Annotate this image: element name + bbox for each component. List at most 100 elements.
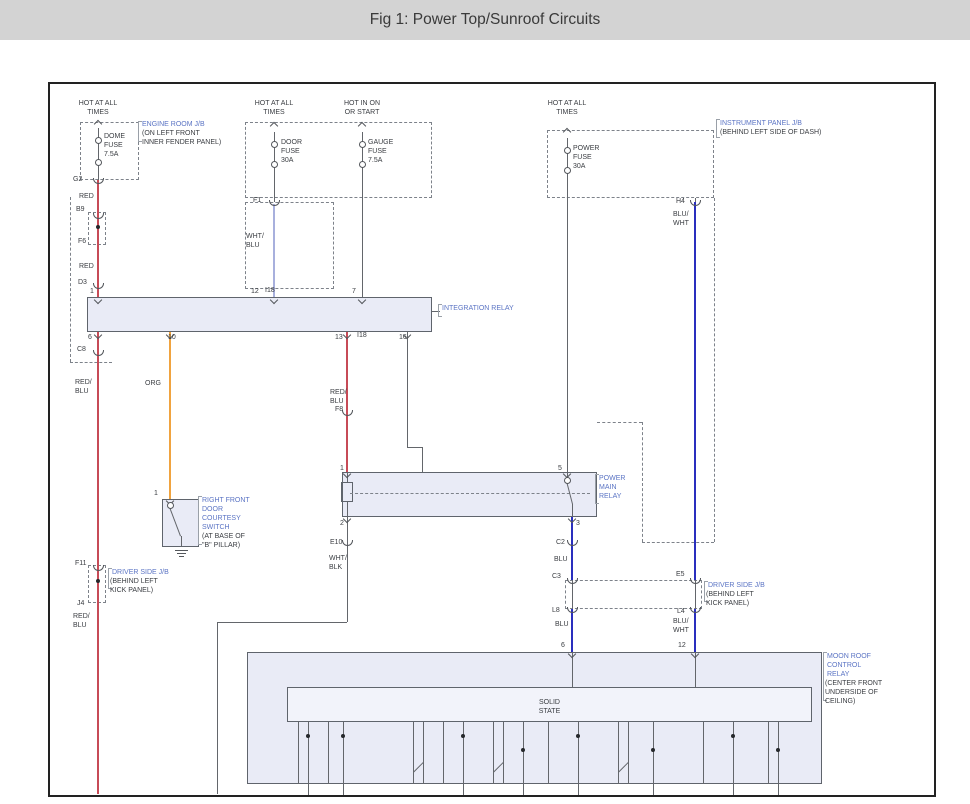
driver-side-jb2-label: DRIVER SIDE J/B xyxy=(708,582,765,591)
wire-segment xyxy=(618,722,619,784)
pmr-pin-2: 2 xyxy=(340,520,344,529)
connector-b9: B9 xyxy=(76,206,85,215)
wire-org: ORG xyxy=(145,380,161,389)
jb-dashed-outline-segment xyxy=(642,422,643,542)
connector-f8: F8 xyxy=(335,406,343,415)
moon-roof-relay-location: (CENTER FRONT UNDERSIDE OF CEILING) xyxy=(825,680,882,707)
wire-segment xyxy=(407,332,408,447)
connector-e5: E5 xyxy=(676,571,685,580)
wire-segment xyxy=(362,164,363,297)
wire-red-blu-3: RED/ BLU xyxy=(73,613,90,631)
jb-dashed-outline-segment xyxy=(642,542,714,543)
itg-pin-16: 16 xyxy=(399,334,407,343)
connector-l8: L8 xyxy=(552,607,560,616)
terminal-circle-icon xyxy=(271,141,278,148)
connector-icon xyxy=(93,178,104,184)
pin-arrow-icon xyxy=(343,331,351,339)
wire-segment xyxy=(273,204,275,297)
integration-relay-label: INTEGRATION RELAY xyxy=(442,305,514,314)
wire-segment xyxy=(768,722,769,784)
itg-pin-6: 6 xyxy=(88,334,92,343)
wire-segment xyxy=(578,722,579,784)
power-main-relay-label: POWER MAIN RELAY xyxy=(599,475,625,502)
terminal-circle-icon xyxy=(167,502,174,509)
wire-segment xyxy=(298,722,299,784)
connector-e10: E10 xyxy=(330,539,342,548)
wire-wht-blu: WHT/ BLU xyxy=(246,233,264,251)
mr-pin-6: 6 xyxy=(561,642,565,651)
ground-icon xyxy=(177,553,186,554)
pmr-coil-symbol xyxy=(341,482,353,502)
wire-red-2: RED xyxy=(79,263,94,272)
itg-pin-1: 1 xyxy=(90,288,94,297)
wire-blu-2: BLU xyxy=(555,621,569,630)
wire-segment xyxy=(733,722,734,784)
gauge-fuse-label: GAUGE FUSE 7.5A xyxy=(368,139,393,166)
terminal-circle-icon xyxy=(271,161,278,168)
connector-icon xyxy=(93,350,104,356)
wire-wht-blk: WHT/ BLK xyxy=(329,555,347,573)
door-fuse-label: DOOR FUSE 30A xyxy=(281,139,302,166)
wire-segment xyxy=(578,784,579,795)
pmr-pin-5: 5 xyxy=(558,465,562,474)
connector-icon xyxy=(690,607,701,613)
connector-icon xyxy=(690,200,701,206)
terminal-circle-icon xyxy=(564,167,571,174)
connector-icon xyxy=(567,607,578,613)
dome-fuse-label: DOME FUSE 7.5A xyxy=(104,133,125,160)
wire-segment xyxy=(567,170,568,472)
courtesy-switch-location: (AT BASE OF "B" PILLAR) xyxy=(202,533,245,551)
wire-segment xyxy=(463,784,464,795)
driver-side-jb1-label: DRIVER SIDE J/B xyxy=(112,569,169,578)
connector-icon xyxy=(93,283,104,289)
wire-segment xyxy=(694,609,696,652)
wire-segment xyxy=(548,722,549,784)
connector-icon xyxy=(567,540,578,546)
courtesy-switch-label: RIGHT FRONT DOOR COURTESY SWITCH xyxy=(202,497,250,533)
wire-segment xyxy=(217,622,347,623)
wire-segment xyxy=(443,722,444,784)
terminal-circle-icon xyxy=(359,161,366,168)
wire-segment xyxy=(308,784,309,795)
driver-side-jb2-box xyxy=(565,580,702,609)
driver-side-jb2-location: (BEHIND LEFT KICK PANEL) xyxy=(706,591,754,609)
wire-segment xyxy=(523,784,524,795)
jb-dashed-outline-segment xyxy=(70,197,71,362)
junction-dot xyxy=(341,734,345,738)
itg-pin-13: 13 xyxy=(335,334,343,343)
wire-segment xyxy=(628,722,629,784)
junction-dot xyxy=(651,748,655,752)
jb-dashed-outline-segment xyxy=(597,422,642,423)
junction-dot xyxy=(731,734,735,738)
terminal-circle-icon xyxy=(564,147,571,154)
wire-blu-wht-2: BLU/ WHT xyxy=(673,618,689,636)
connector-i18-bottom: I18 xyxy=(357,332,367,341)
itg-pin-12: 12 xyxy=(251,288,259,297)
terminal-circle-icon xyxy=(95,137,102,144)
figure-title: Fig 1: Power Top/Sunroof Circuits xyxy=(370,11,601,29)
connector-h4: H4 xyxy=(676,198,685,207)
connector-c2: C2 xyxy=(556,539,565,548)
wire-segment xyxy=(653,722,654,784)
wire-segment xyxy=(169,332,171,499)
junction-dot xyxy=(576,734,580,738)
courtesy-pin-1: 1 xyxy=(154,490,158,499)
wire-segment xyxy=(695,580,696,609)
wire-segment xyxy=(571,517,573,580)
engine-room-jb-label: ENGINE ROOM J/B xyxy=(142,121,205,130)
feed-4-label: HOT AT ALL TIMES xyxy=(537,100,597,118)
wire-segment xyxy=(571,609,573,652)
junction-dot xyxy=(521,748,525,752)
wire-red-1: RED xyxy=(79,193,94,202)
driver-side-jb1-location: (BEHIND LEFT KICK PANEL) xyxy=(110,578,158,596)
ground-icon xyxy=(175,550,188,551)
connector-f11: F11 xyxy=(75,560,87,569)
connector-j4: J4 xyxy=(77,600,84,609)
jb-dashed-outline-segment xyxy=(350,493,590,494)
terminal-circle-icon xyxy=(95,159,102,166)
feed-3-label: HOT IN ON OR START xyxy=(332,100,392,118)
connector-c8: C8 xyxy=(77,346,86,355)
wire-segment xyxy=(703,722,704,784)
connector-d3: D3 xyxy=(78,279,87,288)
wire-segment xyxy=(493,722,494,784)
